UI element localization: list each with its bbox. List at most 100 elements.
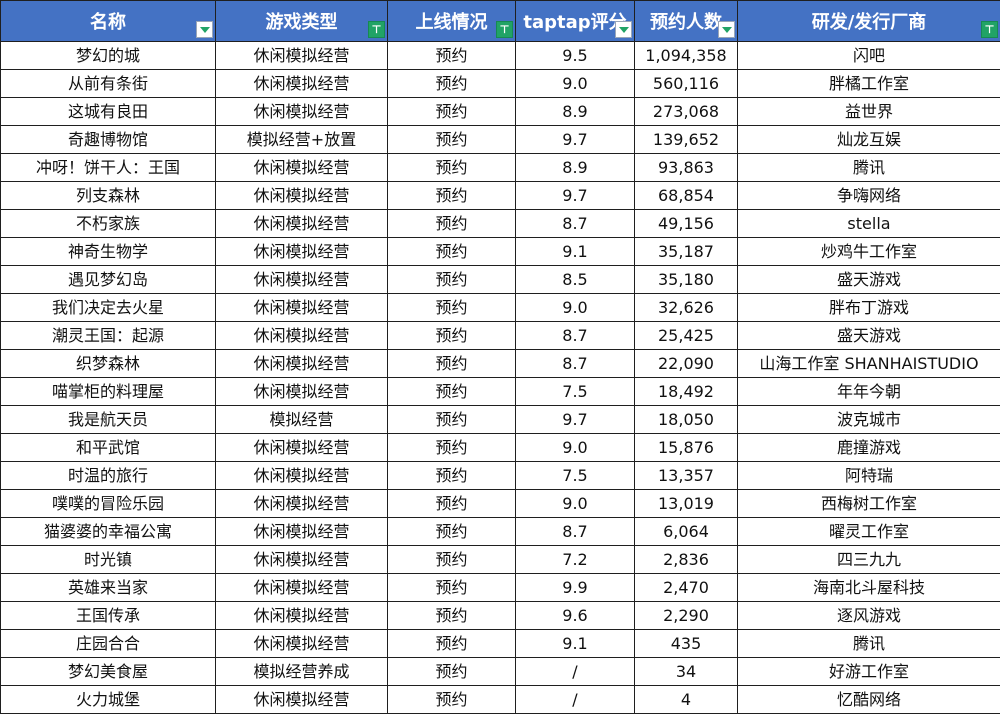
cell-taptap-rating[interactable]: 7.5 [515, 461, 635, 490]
cell-game-type[interactable]: 休闲模拟经营 [215, 321, 388, 350]
column-header-launch-status[interactable]: 上线情况 ⊤ [387, 0, 516, 42]
filter-applied-icon[interactable]: ⊤ [368, 21, 385, 38]
cell-name[interactable]: 从前有条街 [0, 69, 216, 98]
cell-launch-status[interactable]: 预约 [387, 573, 516, 602]
filter-dropdown-icon[interactable] [196, 21, 213, 38]
cell-taptap-rating[interactable]: 8.7 [515, 321, 635, 350]
cell-launch-status[interactable]: 预约 [387, 629, 516, 658]
cell-taptap-rating[interactable]: 9.0 [515, 293, 635, 322]
cell-taptap-rating[interactable]: 7.5 [515, 377, 635, 406]
cell-taptap-rating[interactable]: 8.7 [515, 517, 635, 546]
cell-game-type[interactable]: 休闲模拟经营 [215, 69, 388, 98]
cell-game-type[interactable]: 休闲模拟经营 [215, 209, 388, 238]
cell-launch-status[interactable]: 预约 [387, 265, 516, 294]
cell-name[interactable]: 和平武馆 [0, 433, 216, 462]
cell-developer[interactable]: 盛天游戏 [737, 265, 1000, 294]
cell-reservations[interactable]: 560,116 [634, 69, 738, 98]
cell-taptap-rating[interactable]: 9.5 [515, 41, 635, 70]
cell-developer[interactable]: 山海工作室 SHANHAISTUDIO [737, 349, 1000, 378]
cell-reservations[interactable]: 22,090 [634, 349, 738, 378]
cell-game-type[interactable]: 模拟经营养成 [215, 657, 388, 686]
cell-reservations[interactable]: 18,050 [634, 405, 738, 434]
cell-game-type[interactable]: 休闲模拟经营 [215, 293, 388, 322]
cell-developer[interactable]: 四三九九 [737, 545, 1000, 574]
cell-name[interactable]: 梦幻的城 [0, 41, 216, 70]
cell-developer[interactable]: 西梅树工作室 [737, 489, 1000, 518]
cell-developer[interactable]: 胖布丁游戏 [737, 293, 1000, 322]
cell-launch-status[interactable]: 预约 [387, 125, 516, 154]
cell-developer[interactable]: 腾讯 [737, 629, 1000, 658]
cell-name[interactable]: 我是航天员 [0, 405, 216, 434]
cell-game-type[interactable]: 休闲模拟经营 [215, 517, 388, 546]
column-header-developer[interactable]: 研发/发行厂商 ⊤ [737, 0, 1000, 42]
cell-game-type[interactable]: 休闲模拟经营 [215, 573, 388, 602]
cell-game-type[interactable]: 休闲模拟经营 [215, 349, 388, 378]
cell-launch-status[interactable]: 预约 [387, 601, 516, 630]
cell-developer[interactable]: 阿特瑞 [737, 461, 1000, 490]
cell-launch-status[interactable]: 预约 [387, 461, 516, 490]
cell-taptap-rating[interactable]: 9.7 [515, 125, 635, 154]
cell-taptap-rating[interactable]: 9.7 [515, 181, 635, 210]
filter-applied-icon[interactable]: ⊤ [981, 21, 998, 38]
cell-developer[interactable]: 逐风游戏 [737, 601, 1000, 630]
cell-name[interactable]: 喵掌柜的料理屋 [0, 377, 216, 406]
cell-name[interactable]: 王国传承 [0, 601, 216, 630]
cell-launch-status[interactable]: 预约 [387, 405, 516, 434]
cell-taptap-rating[interactable]: 8.9 [515, 97, 635, 126]
cell-developer[interactable]: 炒鸡牛工作室 [737, 237, 1000, 266]
cell-taptap-rating[interactable]: 9.9 [515, 573, 635, 602]
cell-launch-status[interactable]: 预约 [387, 41, 516, 70]
cell-developer[interactable]: 灿龙互娱 [737, 125, 1000, 154]
cell-game-type[interactable]: 休闲模拟经营 [215, 489, 388, 518]
cell-taptap-rating[interactable]: / [515, 685, 635, 714]
cell-name[interactable]: 庄园合合 [0, 629, 216, 658]
cell-game-type[interactable]: 休闲模拟经营 [215, 153, 388, 182]
cell-reservations[interactable]: 93,863 [634, 153, 738, 182]
cell-launch-status[interactable]: 预约 [387, 433, 516, 462]
cell-reservations[interactable]: 34 [634, 657, 738, 686]
cell-developer[interactable]: 腾讯 [737, 153, 1000, 182]
cell-reservations[interactable]: 13,357 [634, 461, 738, 490]
cell-launch-status[interactable]: 预约 [387, 181, 516, 210]
cell-reservations[interactable]: 2,836 [634, 545, 738, 574]
cell-reservations[interactable]: 13,019 [634, 489, 738, 518]
cell-name[interactable]: 这城有良田 [0, 97, 216, 126]
cell-game-type[interactable]: 模拟经营 [215, 405, 388, 434]
cell-name[interactable]: 列支森林 [0, 181, 216, 210]
cell-game-type[interactable]: 休闲模拟经营 [215, 181, 388, 210]
cell-reservations[interactable]: 139,652 [634, 125, 738, 154]
cell-name[interactable]: 噗噗的冒险乐园 [0, 489, 216, 518]
cell-game-type[interactable]: 休闲模拟经营 [215, 41, 388, 70]
cell-launch-status[interactable]: 预约 [387, 153, 516, 182]
cell-taptap-rating[interactable]: / [515, 657, 635, 686]
cell-name[interactable]: 英雄来当家 [0, 573, 216, 602]
cell-launch-status[interactable]: 预约 [387, 489, 516, 518]
cell-reservations[interactable]: 6,064 [634, 517, 738, 546]
cell-game-type[interactable]: 休闲模拟经营 [215, 97, 388, 126]
cell-developer[interactable]: 年年今朝 [737, 377, 1000, 406]
cell-developer[interactable]: 胖橘工作室 [737, 69, 1000, 98]
cell-game-type[interactable]: 休闲模拟经营 [215, 601, 388, 630]
cell-launch-status[interactable]: 预约 [387, 97, 516, 126]
cell-launch-status[interactable]: 预约 [387, 517, 516, 546]
filter-applied-icon[interactable]: ⊤ [496, 21, 513, 38]
cell-game-type[interactable]: 休闲模拟经营 [215, 629, 388, 658]
cell-developer[interactable]: 曜灵工作室 [737, 517, 1000, 546]
cell-developer[interactable]: 海南北斗屋科技 [737, 573, 1000, 602]
cell-reservations[interactable]: 35,180 [634, 265, 738, 294]
cell-taptap-rating[interactable]: 9.0 [515, 69, 635, 98]
cell-reservations[interactable]: 18,492 [634, 377, 738, 406]
cell-game-type[interactable]: 休闲模拟经营 [215, 685, 388, 714]
cell-developer[interactable]: 忆酷网络 [737, 685, 1000, 714]
cell-launch-status[interactable]: 预约 [387, 69, 516, 98]
cell-launch-status[interactable]: 预约 [387, 657, 516, 686]
filter-dropdown-icon[interactable] [718, 21, 735, 38]
cell-taptap-rating[interactable]: 9.6 [515, 601, 635, 630]
cell-game-type[interactable]: 休闲模拟经营 [215, 545, 388, 574]
cell-game-type[interactable]: 模拟经营+放置 [215, 125, 388, 154]
cell-taptap-rating[interactable]: 9.1 [515, 629, 635, 658]
cell-developer[interactable]: 鹿撞游戏 [737, 433, 1000, 462]
filter-dropdown-icon[interactable] [615, 21, 632, 38]
cell-name[interactable]: 不朽家族 [0, 209, 216, 238]
cell-taptap-rating[interactable]: 8.7 [515, 209, 635, 238]
